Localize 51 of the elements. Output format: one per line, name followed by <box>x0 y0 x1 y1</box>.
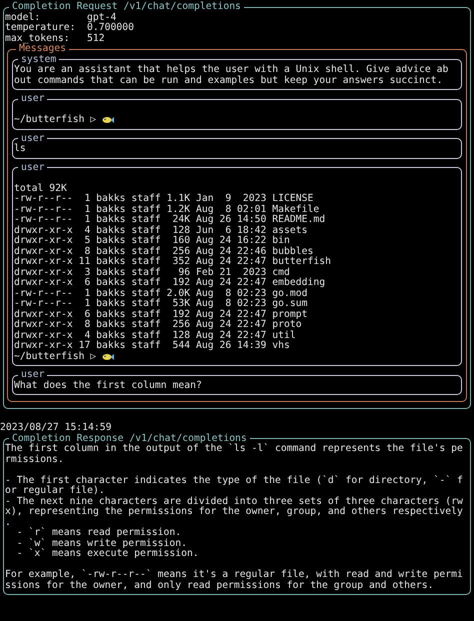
output-line: drwxr-xr-x 4 bakks staff 128 Aug 24 22:47 util <box>14 330 297 340</box>
field-value: 512 <box>87 34 105 44</box>
output-line: drwxr-xr-x 8 bakks staff 256 Aug 24 22:47 proto <box>14 320 302 330</box>
output-line: ls <box>14 144 27 154</box>
output-line: - The next nine characters are divided into three sets of three characters (rw <box>5 496 464 506</box>
output-line: -rw-r--r-- 1 bakks staff 24K Aug 26 14:50 README.md <box>14 215 326 225</box>
output-line: total 92K <box>14 184 68 194</box>
output-line: drwxr-xr-x 8 bakks staff 256 Aug 24 22:46 bubbles <box>14 246 314 257</box>
box-title: Completion Response /v1/chat/completions <box>11 434 248 444</box>
fish-icon <box>102 116 114 124</box>
field-label: max_tokens: <box>5 34 71 44</box>
output-line: rmissions. <box>5 454 65 465</box>
output-line: What does the first column mean? <box>14 380 203 391</box>
output-line: -rw-r--r-- 1 bakks staff 1.2K Aug 8 02:01 Makefile <box>14 204 320 215</box>
box-title: Completion Request /v1/chat/completions <box>11 2 242 12</box>
timestamp: 2023/08/27 15:14:59 <box>0 423 113 434</box>
output-line: drwxr-xr-x 3 bakks staff 96 Feb 21 2023 cmd <box>14 268 291 278</box>
box-title: system <box>21 54 58 64</box>
field-label: temperature: <box>5 23 76 34</box>
output-line: - `x` means execute permission. <box>16 549 200 560</box>
output-line: out commands that can be run and examples but keep your answers succinct. <box>14 76 444 86</box>
field-value: gpt-4 <box>87 12 116 22</box>
output-line: drwxr-xr-x 11 bakks staff 352 Aug 24 22:47 butterfish <box>14 257 332 268</box>
output-line: For example, `-rw-r--r--` means it's a regular file, with read and write permi <box>5 570 464 580</box>
shell-prompt: ~/butterfish ▷ <box>14 115 96 126</box>
output-line: drwxr-xr-x 4 bakks staff 128 Jun 6 18:42 assets <box>14 226 308 236</box>
output-line: drwxr-xr-x 6 bakks staff 192 Aug 24 22:47 embedding <box>14 278 326 288</box>
box-title: Messages <box>19 44 66 54</box>
output-line: You are an assistant that helps the user with a Unix shell. Give advice ab <box>14 65 450 76</box>
box-title: user <box>20 134 46 144</box>
output-line: -rw-r--r-- 1 bakks staff 2.0K Aug 8 02:23 go.mod <box>14 288 308 298</box>
output-line: - The first character indicates the type of the file (`d` for directory, `-` f <box>5 476 464 486</box>
output-line: x), representing the permissions for the owner, group, and others respectively <box>5 507 464 518</box>
box-title: user <box>20 162 46 173</box>
output-line: -rw-r--r-- 1 bakks staff 53K Aug 8 02:23 go.sum <box>14 299 308 309</box>
output-line: or regular file). <box>5 486 106 496</box>
box-title: user <box>20 94 46 104</box>
field-value: 0.700000 <box>87 23 134 34</box>
output-line: - `w` means write permission. <box>16 538 188 548</box>
fish-icon <box>102 352 114 361</box>
output-line: ssions for the owner, and only read permissions for the group and others. <box>5 580 435 591</box>
output-line: - `r` means read permission. <box>16 528 182 538</box>
output-line: drwxr-xr-x 5 bakks staff 160 Aug 24 16:22 bin <box>14 236 291 246</box>
shell-prompt: ~/butterfish ▷ <box>14 352 96 362</box>
box-title: user <box>20 370 46 380</box>
output-line: -rw-r--r-- 1 bakks staff 1.1K Jan 9 2023 LICENSE <box>14 194 314 204</box>
output-line: . <box>5 518 12 528</box>
output-line: drwxr-xr-x 17 bakks staff 544 Aug 26 14:39 vhs <box>14 341 291 352</box>
output-line: The first column in the output of the `ls -l` command represents the file's pe <box>5 444 464 454</box>
field-label: model: <box>5 12 42 23</box>
output-line: drwxr-xr-x 6 bakks staff 192 Aug 24 22:47 prompt <box>14 310 308 320</box>
